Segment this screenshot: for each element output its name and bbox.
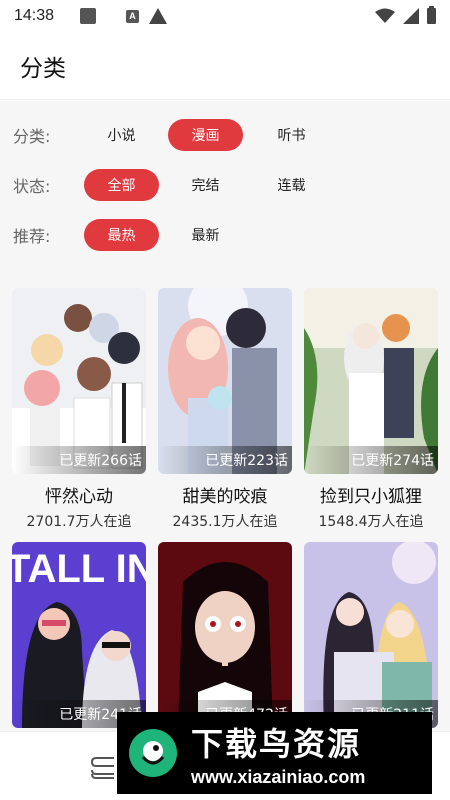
watermark-name: 下载鸟资源 xyxy=(191,724,362,763)
wifi-icon xyxy=(375,8,395,23)
comic-readers: 2701.7万人在追 xyxy=(26,514,132,530)
battery-icon xyxy=(427,6,436,24)
filter-panel: 分类: 小说 漫画 听书 状态: 全部 完结 连载 推荐: 最热 最新 xyxy=(0,101,450,271)
cover-title-text: TALL IN xyxy=(12,547,146,591)
chip-comic[interactable]: 漫画 xyxy=(168,119,243,151)
chip-all[interactable]: 全部 xyxy=(84,169,159,201)
filter-label-category: 分类: xyxy=(13,127,51,146)
comic-cover: 已更新274话 xyxy=(304,288,438,474)
app-square-icon xyxy=(80,8,97,24)
watermark-url: www.xiazainiao.com xyxy=(191,766,366,787)
comic-title: 怦然心动 xyxy=(45,487,113,507)
comic-card[interactable]: 已更新266话 怦然心动 2701.7万人在追 xyxy=(12,288,146,533)
chip-ongoing[interactable]: 连载 xyxy=(254,169,329,201)
comic-card[interactable]: 已更新211话 xyxy=(304,542,438,731)
filter-label-status: 状态: xyxy=(13,177,51,196)
page-header: 分类 xyxy=(0,32,450,100)
comic-cover: 已更新266话 xyxy=(12,288,146,474)
comic-cover: 已更新472话 xyxy=(158,542,292,728)
bird-logo-icon xyxy=(129,729,177,777)
page-title: 分类 xyxy=(20,55,66,82)
watermark-banner: 下载鸟资源 www.xiazainiao.com xyxy=(117,712,432,794)
chip-novel[interactable]: 小说 xyxy=(84,119,159,151)
comic-cover: TALL IN 已更新241话 xyxy=(12,542,146,728)
a-icon: A xyxy=(126,9,140,23)
comic-title: 甜美的咬痕 xyxy=(182,487,268,507)
chip-hottest[interactable]: 最热 xyxy=(84,219,159,251)
filter-row-recommend: 推荐: 最热 最新 xyxy=(0,218,450,252)
comic-card[interactable]: 已更新472话 xyxy=(158,542,292,731)
chip-audiobook[interactable]: 听书 xyxy=(254,119,329,151)
update-badge: 已更新223话 xyxy=(158,446,292,474)
status-time: 14:38 xyxy=(14,7,55,24)
comic-grid: 已更新266话 怦然心动 2701.7万人在追 已更新223话 甜美的咬痕 24… xyxy=(0,271,450,731)
update-badge: 已更新266话 xyxy=(12,446,146,474)
comic-card[interactable]: 已更新274话 捡到只小狐狸 1548.4万人在追 xyxy=(304,288,438,533)
books-icon[interactable] xyxy=(90,756,116,780)
warning-icon xyxy=(149,8,168,24)
comic-cover: 已更新223话 xyxy=(158,288,292,474)
signal-icon xyxy=(403,8,419,24)
comic-cover: 已更新211话 xyxy=(304,542,438,728)
update-badge: 已更新274话 xyxy=(304,446,438,474)
chip-finished[interactable]: 完结 xyxy=(168,169,243,201)
comic-readers: 1548.4万人在追 xyxy=(318,514,424,530)
comic-card[interactable]: TALL IN 已更新241话 xyxy=(12,542,146,731)
filter-label-recommend: 推荐: xyxy=(13,227,51,246)
status-bar: 14:38 A xyxy=(0,0,450,32)
comic-card[interactable]: 已更新223话 甜美的咬痕 2435.1万人在追 xyxy=(158,288,292,533)
comic-title: 捡到只小狐狸 xyxy=(320,487,422,507)
filter-row-category: 分类: 小说 漫画 听书 xyxy=(0,118,450,152)
chip-newest[interactable]: 最新 xyxy=(168,219,243,251)
filter-row-status: 状态: 全部 完结 连载 xyxy=(0,168,450,202)
comic-readers: 2435.1万人在追 xyxy=(172,514,278,530)
